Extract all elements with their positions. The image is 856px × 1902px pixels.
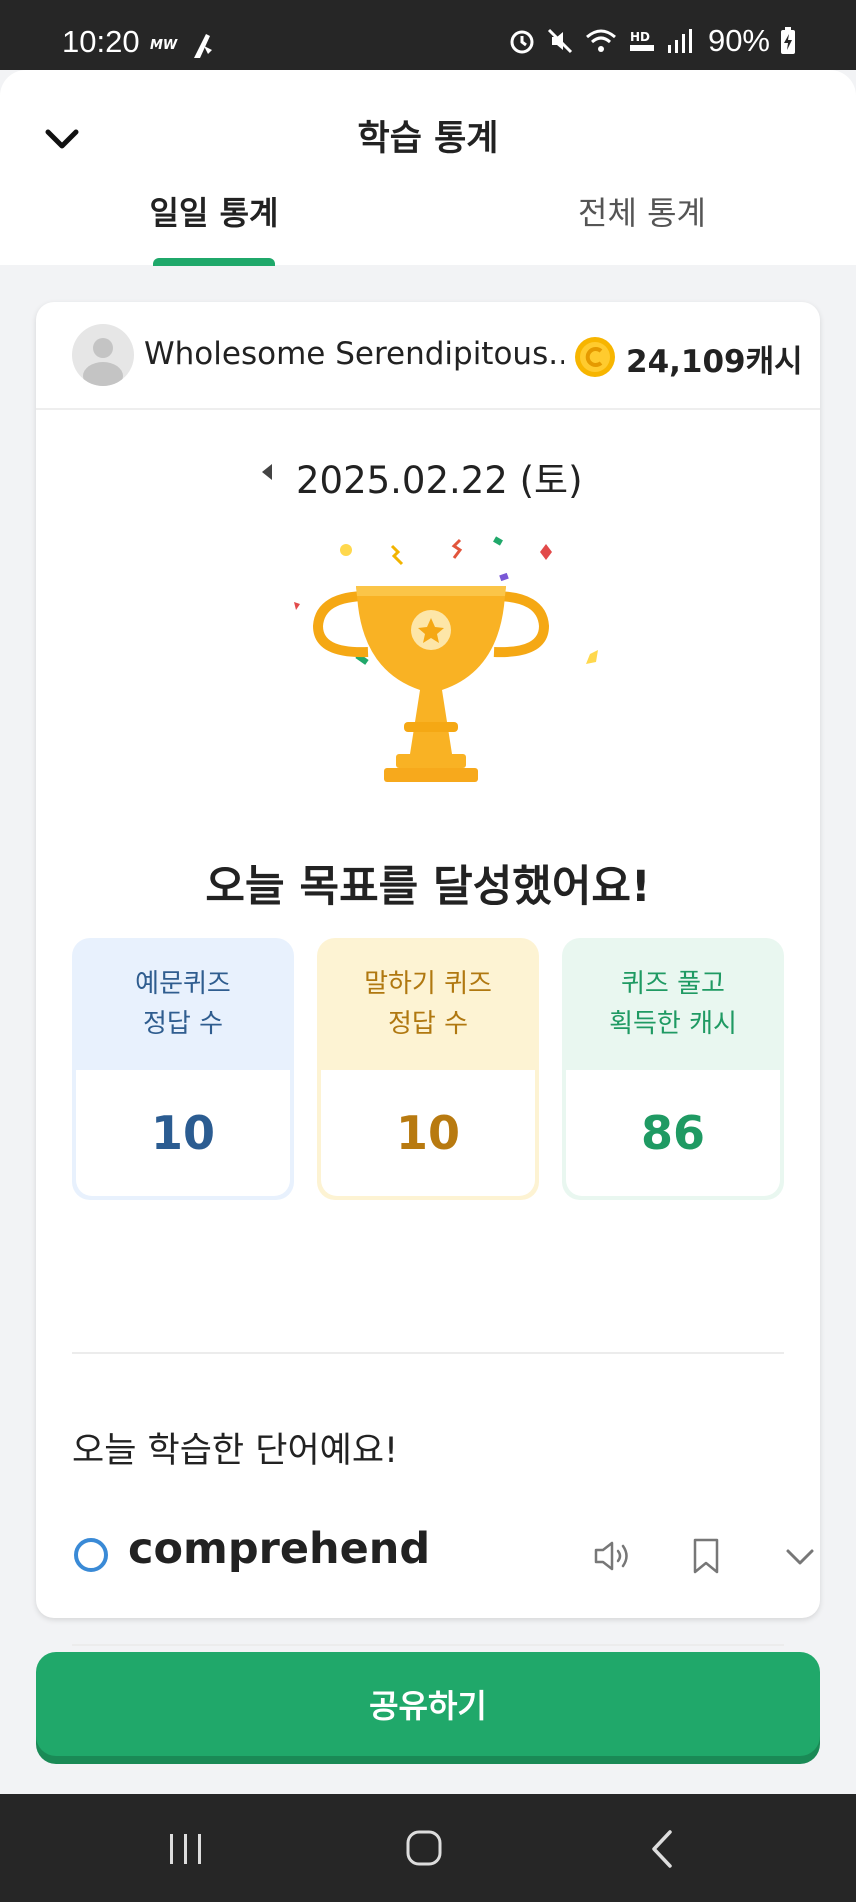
- tab-total-stats[interactable]: 전체 통계: [512, 188, 772, 234]
- speaker-icon[interactable]: [590, 1534, 634, 1578]
- home-icon[interactable]: [394, 1824, 454, 1874]
- date-label: 2025.02.22 (토): [296, 459, 583, 502]
- header: 학습 통계 일일 통계 전체 통계: [0, 70, 856, 266]
- svg-text:HD: HD: [630, 30, 650, 44]
- stat-label: 말하기 퀴즈 정답 수: [364, 969, 492, 1039]
- bookmark-icon[interactable]: [684, 1534, 728, 1578]
- divider: [72, 1644, 784, 1646]
- profile-row: Wholesome Serendipitous... 24,109캐시: [36, 302, 820, 410]
- mute-icon: [547, 28, 573, 54]
- carrier-label: MW: [150, 38, 178, 53]
- back-icon[interactable]: [634, 1824, 694, 1874]
- goal-achieved-message: 오늘 목표를 달성했어요!: [205, 862, 651, 912]
- notification-icon: [194, 34, 212, 58]
- word-text: comprehend: [128, 1524, 431, 1574]
- system-navigation-bar: [0, 1794, 856, 1902]
- stat-card-example-quiz: 예문퀴즈 정답 수 10: [72, 938, 294, 1200]
- battery-icon: [781, 27, 795, 54]
- stats-sheet: 학습 통계 일일 통계 전체 통계 Wholesome Serendipitou…: [0, 70, 856, 1794]
- daily-stats-card: Wholesome Serendipitous... 24,109캐시 2025…: [36, 302, 820, 1646]
- stat-label: 퀴즈 풀고 획득한 캐시: [609, 969, 737, 1039]
- previous-date-icon[interactable]: [258, 460, 278, 484]
- correct-circle-icon: [74, 1538, 108, 1572]
- stat-card-speaking-quiz: 말하기 퀴즈 정답 수 10: [317, 938, 539, 1200]
- status-time: 10:20: [62, 24, 140, 59]
- tab-daily-stats[interactable]: 일일 통계: [84, 188, 344, 234]
- trophy-icon: [294, 536, 598, 782]
- recent-apps-icon[interactable]: [156, 1824, 216, 1874]
- signal-icon: [667, 29, 692, 53]
- battery-percent: 90%: [707, 23, 770, 58]
- avatar: [72, 324, 134, 386]
- page-title: 학습 통계: [357, 119, 499, 159]
- stat-value: 10: [321, 1070, 535, 1196]
- wifi-icon: [585, 29, 616, 52]
- cash-balance: 24,109캐시: [626, 344, 803, 380]
- stat-card-earned-cash: 퀴즈 풀고 획득한 캐시 86: [562, 938, 784, 1200]
- coin-icon: [575, 337, 615, 377]
- chevron-down-icon[interactable]: [778, 1534, 822, 1578]
- stat-value: 86: [566, 1070, 780, 1196]
- alarm-icon: [510, 30, 534, 54]
- word-row[interactable]: comprehend: [72, 1512, 814, 1602]
- status-bar: 10:20 MW HD 90%: [0, 0, 856, 70]
- hd-voice-icon: HD: [629, 30, 654, 51]
- stat-value: 10: [76, 1070, 290, 1196]
- status-icons: HD 90%: [508, 23, 796, 58]
- share-button[interactable]: 공유하기: [36, 1652, 820, 1756]
- stat-label: 예문퀴즈 정답 수: [135, 969, 231, 1039]
- active-tab-indicator: [153, 258, 275, 266]
- words-section-title: 오늘 학습한 단어예요!: [72, 1431, 399, 1471]
- username: Wholesome Serendipitous...: [144, 336, 564, 372]
- person-icon: [83, 338, 123, 386]
- divider: [72, 1352, 784, 1354]
